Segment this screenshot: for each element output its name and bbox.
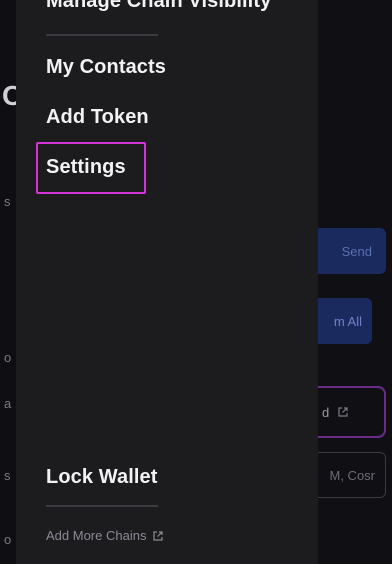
menu-item-settings[interactable]: Settings (46, 156, 126, 179)
menu-item-add-token[interactable]: Add Token (46, 106, 149, 129)
menu-item-lock-wallet[interactable]: Lock Wallet (46, 466, 158, 489)
menu-item-my-contacts[interactable]: My Contacts (46, 56, 166, 79)
divider (46, 34, 158, 36)
background-text-fragment: s (4, 194, 11, 209)
divider (46, 505, 158, 507)
add-more-chains-link[interactable]: Add More Chains (46, 528, 164, 543)
menu-drawer: Manage Chain Visibility My Contacts Add … (16, 0, 318, 564)
add-more-chains-label: Add More Chains (46, 528, 147, 543)
card-label: d (322, 404, 330, 420)
background-text-fragment: a (4, 396, 12, 411)
menu-item-manage-chain-visibility[interactable]: Manage Chain Visibility (46, 0, 271, 13)
external-link-icon (338, 407, 348, 417)
background-text-fragment: o (4, 350, 12, 365)
external-link-icon (153, 530, 164, 541)
background-text-fragment: s (4, 468, 11, 483)
background-text-fragment: o (4, 532, 12, 547)
